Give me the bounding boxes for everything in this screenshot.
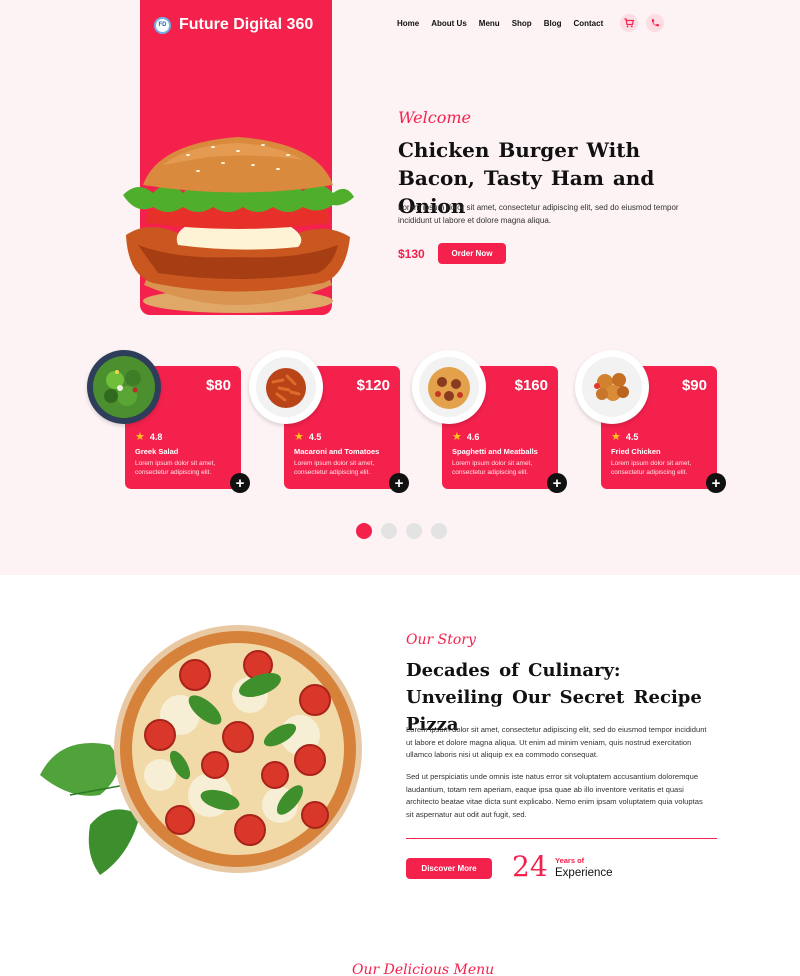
rating-value: 4.5 <box>625 431 639 442</box>
carousel-dot[interactable] <box>431 523 447 539</box>
burger-image <box>123 137 354 313</box>
macaroni-image <box>249 350 323 424</box>
pizza-image <box>40 625 362 875</box>
card-name: Macaroni and Tomatoes <box>294 447 380 456</box>
nav-shop[interactable]: Shop <box>512 19 532 28</box>
card-rating: ★ 4.5 <box>294 430 321 443</box>
order-now-button[interactable]: Order Now <box>438 243 506 264</box>
story-label: Our Story <box>406 632 476 648</box>
card-description: Lorem ipsum dolor sit amet, consectetur … <box>452 460 533 476</box>
main-nav: Home About Us Menu Shop Blog Contact <box>397 19 615 28</box>
brand[interactable]: FD Future Digital 360 <box>154 16 313 34</box>
nav-contact[interactable]: Contact <box>573 19 603 28</box>
fried-chicken-image <box>575 350 649 424</box>
years-number: 24 <box>512 850 548 883</box>
star-icon: ★ <box>135 431 145 443</box>
nav-blog[interactable]: Blog <box>544 19 562 28</box>
phone-icon[interactable] <box>646 14 664 32</box>
star-icon: ★ <box>294 431 304 443</box>
rating-value: 4.5 <box>308 431 322 442</box>
card-name: Fried Chicken <box>611 447 661 456</box>
rating-value: 4.6 <box>466 431 480 442</box>
nav-home[interactable]: Home <box>397 19 419 28</box>
card-description: Lorem ipsum dolor sit amet, consectetur … <box>611 460 692 476</box>
nav-about-us[interactable]: About Us <box>431 19 467 28</box>
years-label: Years of <box>555 856 585 865</box>
next-section-label: Our Delicious Menu <box>352 962 495 976</box>
hero-price: $130 <box>398 247 425 261</box>
hero-section: FD Future Digital 360 Home About Us Menu… <box>0 0 800 575</box>
add-to-cart-button[interactable]: + <box>389 473 409 493</box>
story-paragraph: Sed ut perspiciatis unde omnis iste natu… <box>406 772 703 819</box>
carousel-dot[interactable] <box>406 523 422 539</box>
greek-salad-image <box>87 350 161 424</box>
card-name: Greek Salad <box>135 447 179 456</box>
discover-more-button[interactable]: Discover More <box>406 858 492 879</box>
years-experience: Experience <box>555 867 613 879</box>
nav-icons <box>620 14 664 32</box>
carousel-dot[interactable] <box>381 523 397 539</box>
star-icon: ★ <box>452 431 462 443</box>
story-paragraph: Lorem ipsum dolor sit amet, consectetur … <box>406 725 707 759</box>
add-to-cart-button[interactable]: + <box>706 473 726 493</box>
cart-icon[interactable] <box>620 14 638 32</box>
card-name: Spaghetti and Meatballs <box>452 447 538 456</box>
divider <box>406 838 717 839</box>
add-to-cart-button[interactable]: + <box>230 473 250 493</box>
spaghetti-image <box>412 350 486 424</box>
add-to-cart-button[interactable]: + <box>547 473 567 493</box>
card-description: Lorem ipsum dolor sit amet, consectetur … <box>135 460 216 476</box>
star-icon: ★ <box>611 431 621 443</box>
welcome-label: Welcome <box>398 108 471 127</box>
logo-icon: FD <box>154 16 171 34</box>
carousel-dots <box>356 523 447 539</box>
brand-name: Future Digital 360 <box>179 16 314 33</box>
rating-value: 4.8 <box>149 431 163 442</box>
card-price: $90 <box>681 377 707 394</box>
card-rating: ★ 4.8 <box>135 430 162 443</box>
hero-description: Lorem ipsum dolor sit amet, consectetur … <box>398 203 679 225</box>
card-description: Lorem ipsum dolor sit amet, consectetur … <box>294 460 375 476</box>
card-price: $120 <box>356 377 390 394</box>
card-price: $80 <box>205 377 231 394</box>
carousel-dot[interactable] <box>356 523 372 539</box>
card-rating: ★ 4.6 <box>452 430 479 443</box>
card-rating: ★ 4.5 <box>611 430 638 443</box>
card-price: $160 <box>514 377 548 394</box>
nav-menu[interactable]: Menu <box>479 19 500 28</box>
